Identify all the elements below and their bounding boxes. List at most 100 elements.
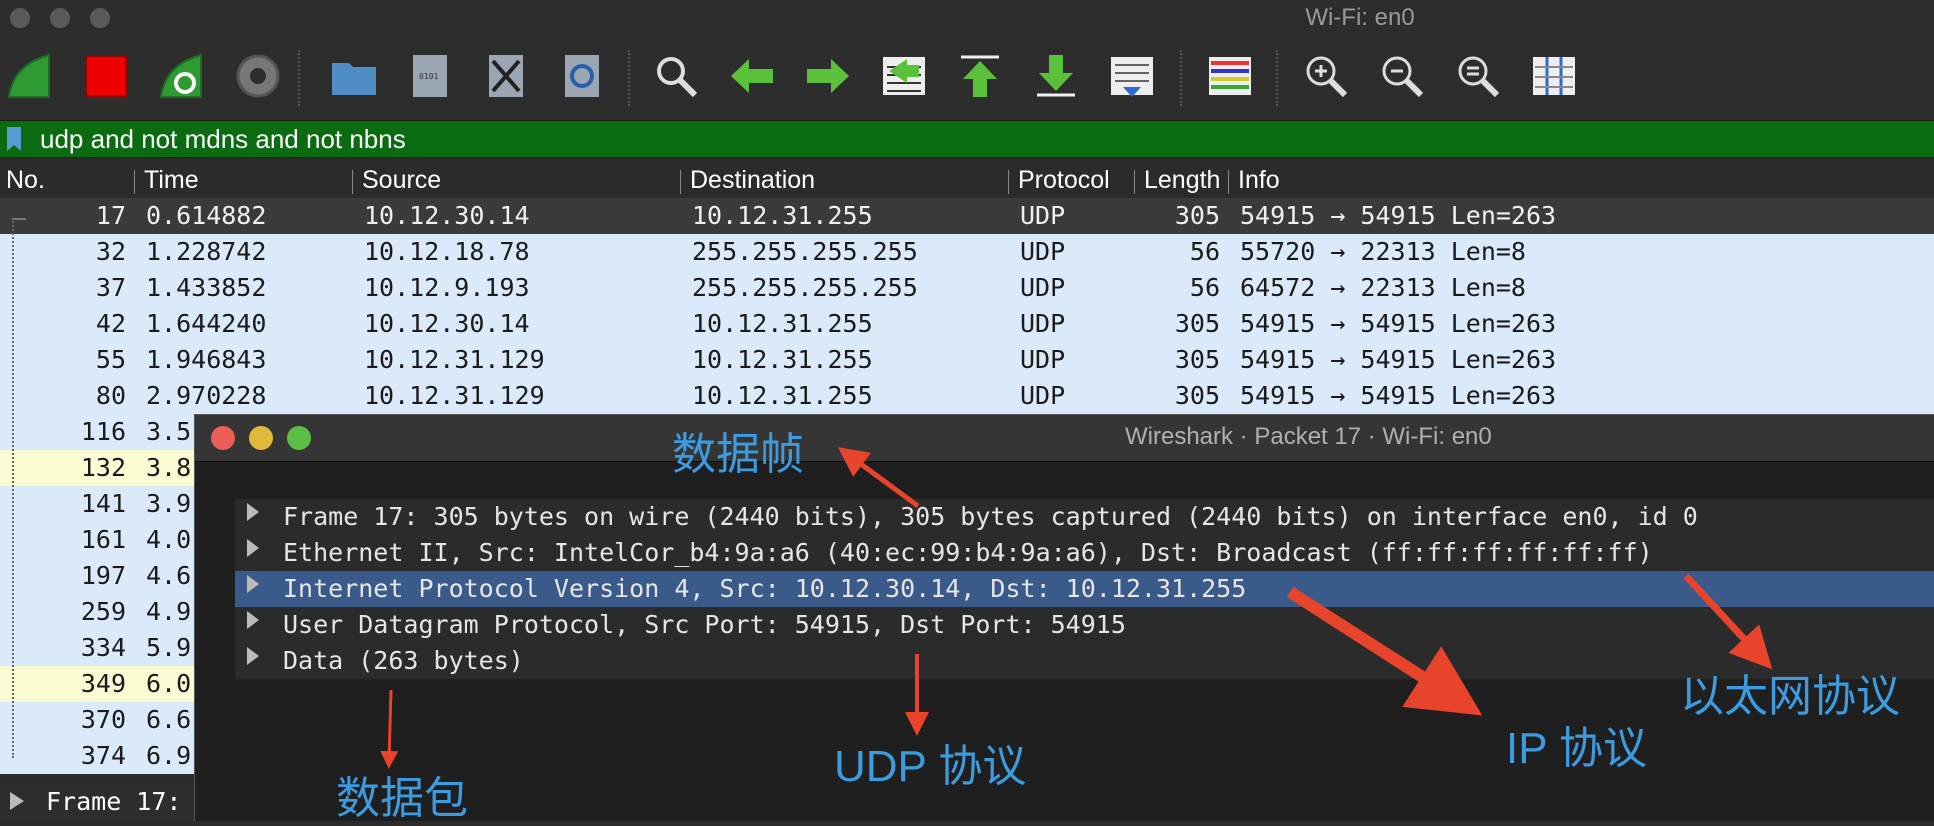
bookmark-icon[interactable] [7,127,21,151]
start-capture-icon[interactable] [4,50,56,102]
cell-destination: 255.255.255.255 [692,237,918,266]
annotation-frame: 数据帧 [672,430,804,479]
cell-time: 6.0 [146,669,192,698]
packet-detail-tree: Frame 17: 305 bytes on wire (2440 bits),… [235,499,1934,679]
expand-arrow-icon[interactable] [247,539,259,557]
cell-destination: 255.255.255.255 [692,273,918,302]
cell-length: 305 [1174,309,1220,338]
packet-row[interactable]: 32 1.228742 10.12.18.78 255.255.255.255 UDP 5… [0,234,1934,270]
colorize-icon[interactable] [1204,50,1256,102]
normal-size-icon[interactable] [1452,50,1504,102]
column-info[interactable]: Info [1238,166,1280,195]
dialog-close-button[interactable] [211,426,235,450]
window-title: Wi-Fi: en0 [1305,4,1415,31]
cell-info: 54915 → 54915 Len=263 [1240,201,1557,230]
packet-list-header: No. Time Source Destination Protocol Len… [0,164,1934,198]
cell-destination: 10.12.31.255 [692,381,873,410]
column-destination[interactable]: Destination [690,166,815,195]
resize-columns-icon[interactable] [1528,50,1580,102]
cell-time: 1.433852 [146,273,267,302]
detail-tree-label: Data (263 bytes) [283,646,524,675]
cell-time: 0.614882 [146,201,267,230]
cell-source: 10.12.31.129 [364,345,545,374]
cell-info: 54915 → 54915 Len=263 [1240,381,1557,410]
detail-tree-label: User Datagram Protocol, Src Port: 54915,… [283,610,1126,639]
cell-time: 1.946843 [146,345,267,374]
go-first-icon[interactable] [954,50,1006,102]
go-back-icon[interactable] [726,50,778,102]
go-to-packet-icon[interactable] [878,50,930,102]
dialog-zoom-button[interactable] [287,426,311,450]
detail-tree-label: Ethernet II, Src: IntelCor_b4:9a:a6 (40:… [283,538,1653,567]
cell-destination: 10.12.31.255 [692,309,873,338]
zoom-out-icon[interactable] [1376,50,1428,102]
window-minimize-button[interactable] [50,8,70,28]
find-packet-icon[interactable] [650,50,702,102]
column-source[interactable]: Source [362,166,441,195]
packet-details-row[interactable]: Frame 17: [0,782,200,820]
column-no[interactable]: No. [6,166,45,195]
restart-capture-icon[interactable] [156,50,208,102]
column-protocol[interactable]: Protocol [1018,166,1110,195]
zoom-in-icon[interactable] [1300,50,1352,102]
cell-time: 6.6 [146,705,192,734]
cell-no: 259 [80,597,126,626]
cell-time: 4.0 [146,525,192,554]
cell-length: 305 [1174,381,1220,410]
cell-info: 54915 → 54915 Len=263 [1240,345,1557,374]
detail-tree-row[interactable]: Ethernet II, Src: IntelCor_b4:9a:a6 (40:… [235,535,1934,571]
cell-no: 17 [95,201,126,230]
cell-no: 116 [80,417,126,446]
annotation-ip: IP 协议 [1506,724,1648,773]
cell-no: 32 [95,237,126,266]
window-zoom-button[interactable] [90,8,110,28]
packet-row[interactable]: 17 0.614882 10.12.30.14 10.12.31.255 UDP 305 5… [0,198,1934,234]
cell-no: 197 [80,561,126,590]
column-length[interactable]: Length [1144,166,1224,195]
auto-scroll-icon[interactable] [1106,50,1158,102]
expand-arrow-icon[interactable] [10,792,24,810]
cell-time: 1.228742 [146,237,267,266]
cell-time: 3.9 [146,489,192,518]
packet-row[interactable]: 55 1.946843 10.12.31.129 10.12.31.255 UDP 305… [0,342,1934,378]
save-file-icon[interactable]: 0101 [404,50,456,102]
open-file-icon[interactable] [328,50,380,102]
cell-protocol: UDP [1020,237,1066,266]
cell-time: 3.5 [146,417,192,446]
close-file-icon[interactable] [480,50,532,102]
cell-no: 42 [95,309,126,338]
detail-tree-row[interactable]: Internet Protocol Version 4, Src: 10.12.… [235,571,1934,607]
go-forward-icon[interactable] [802,50,854,102]
packet-row[interactable]: 37 1.433852 10.12.9.193 255.255.255.255 UDP 5… [0,270,1934,306]
display-filter-input[interactable]: udp and not mdns and not nbns [40,124,406,155]
cell-no: 374 [80,741,126,770]
cell-time: 2.970228 [146,381,267,410]
window-close-button[interactable] [10,8,30,28]
packet-row[interactable]: 42 1.644240 10.12.30.14 10.12.31.255 UDP 305 5… [0,306,1934,342]
cell-destination: 10.12.31.255 [692,201,873,230]
cell-no: 349 [80,669,126,698]
expand-arrow-icon[interactable] [247,647,259,665]
cell-no: 132 [80,453,126,482]
reload-file-icon[interactable] [556,50,608,102]
display-filter-bar[interactable]: udp and not mdns and not nbns [0,120,1934,158]
expand-arrow-icon[interactable] [247,503,259,521]
detail-tree-row[interactable]: Frame 17: 305 bytes on wire (2440 bits),… [235,499,1934,535]
dialog-minimize-button[interactable] [249,426,273,450]
stop-capture-icon[interactable] [80,50,132,102]
cell-time: 6.9 [146,741,192,770]
packet-details-text: Frame 17: [46,787,182,816]
capture-options-icon[interactable] [232,50,284,102]
cell-no: 55 [95,345,126,374]
column-time[interactable]: Time [144,166,199,195]
packet-dialog: Wireshark · Packet 17 · Wi-Fi: en0 Frame… [194,414,1934,821]
cell-length: 56 [1189,237,1220,266]
detail-tree-row[interactable]: User Datagram Protocol, Src Port: 54915,… [235,607,1934,643]
detail-tree-label: Frame 17: 305 bytes on wire (2440 bits),… [283,502,1698,531]
go-last-icon[interactable] [1030,50,1082,102]
packet-row[interactable]: 80 2.970228 10.12.31.129 10.12.31.255 UDP 305… [0,378,1934,414]
cell-protocol: UDP [1020,309,1066,338]
expand-arrow-icon[interactable] [247,611,259,629]
cell-protocol: UDP [1020,345,1066,374]
expand-arrow-icon[interactable] [247,575,259,593]
